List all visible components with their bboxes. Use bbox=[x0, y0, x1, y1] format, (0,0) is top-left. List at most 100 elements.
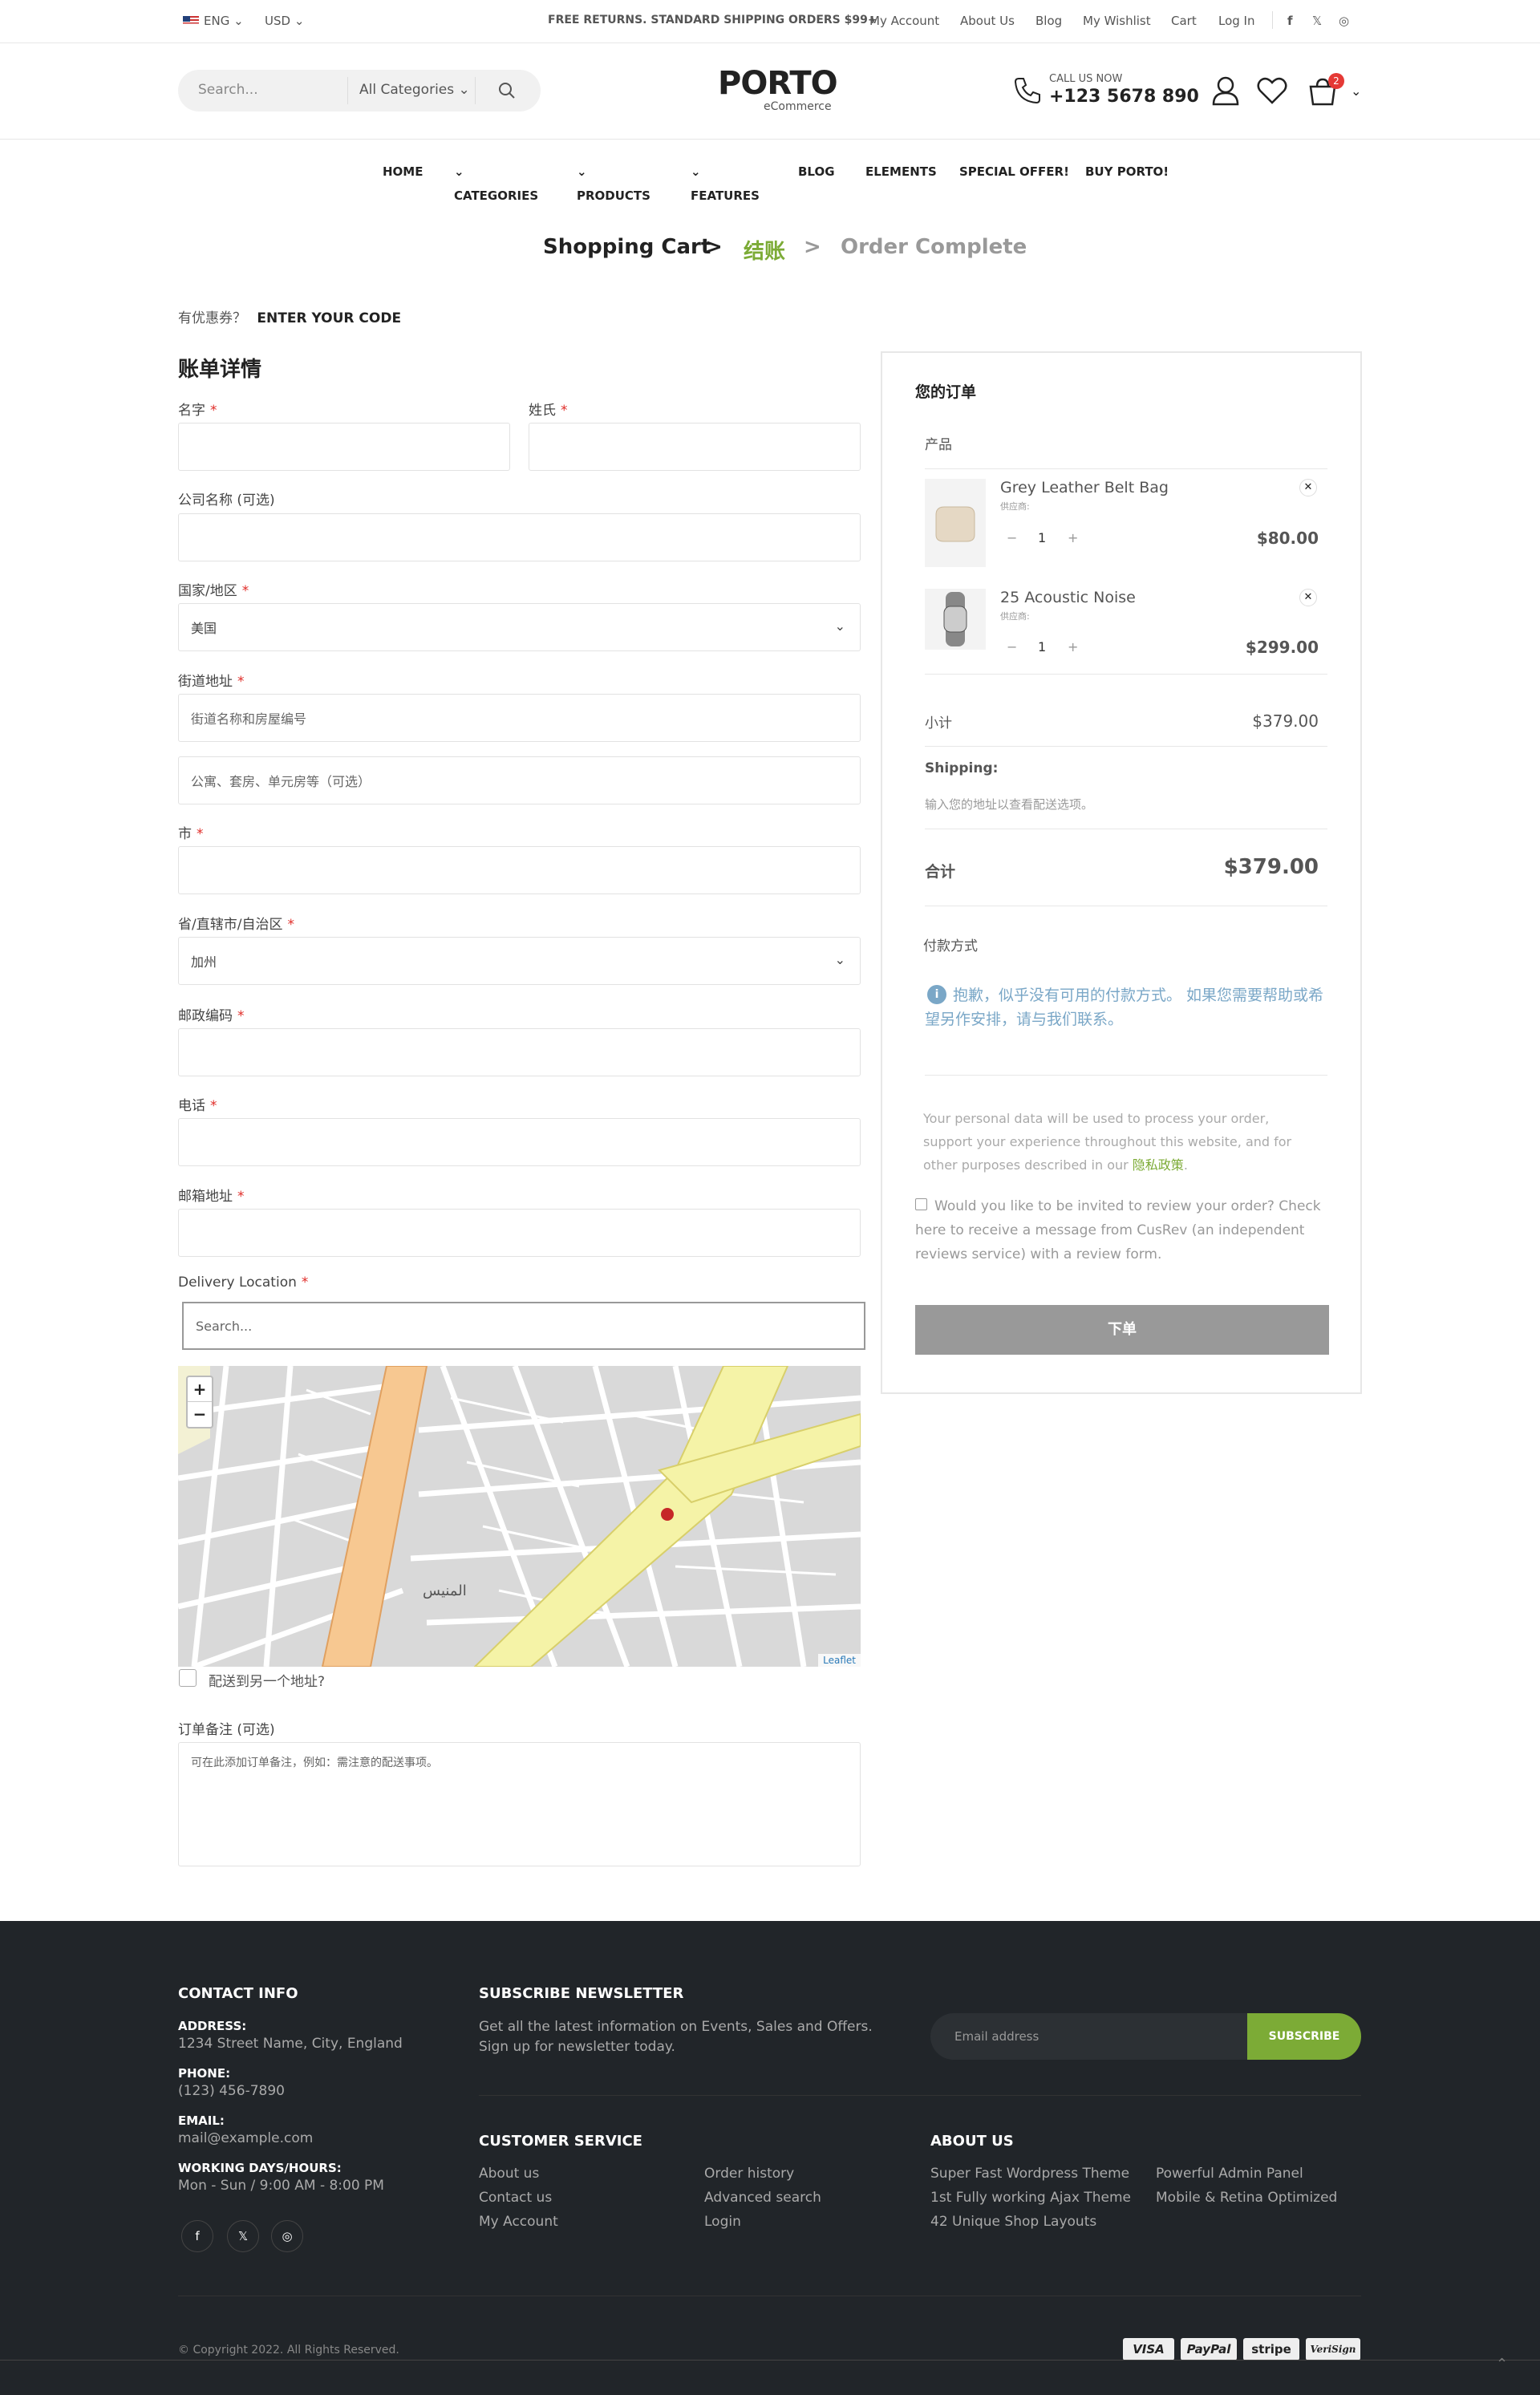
divider bbox=[347, 77, 348, 104]
minus-icon[interactable]: − bbox=[1007, 639, 1017, 654]
company-field[interactable] bbox=[178, 513, 861, 561]
heart-icon[interactable] bbox=[1257, 77, 1287, 104]
email-label: 邮箱地址 * bbox=[178, 1189, 245, 1205]
nav-special-offer[interactable]: SPECIAL OFFER! bbox=[959, 164, 1069, 179]
subscribe-button[interactable]: SUBSCRIBE bbox=[1247, 2013, 1361, 2060]
footer-link-about[interactable]: About us bbox=[479, 2166, 539, 2182]
enter-coupon-link[interactable]: ENTER YOUR CODE bbox=[257, 310, 401, 326]
nav-home[interactable]: HOME bbox=[383, 164, 423, 179]
scroll-to-top-icon[interactable]: ⌃ bbox=[1496, 2356, 1508, 2373]
x-twitter-icon[interactable]: 𝕏 bbox=[227, 2220, 259, 2252]
last-name-field[interactable] bbox=[529, 423, 861, 471]
nav-categories[interactable]: CATEGORIES ⌄ bbox=[454, 164, 538, 203]
footer-link-contact[interactable]: Contact us bbox=[479, 2190, 552, 2206]
link-log-in[interactable]: Log In bbox=[1218, 14, 1255, 28]
facebook-icon[interactable]: f bbox=[1287, 14, 1293, 28]
nav-features[interactable]: FEATURES ⌄ bbox=[691, 164, 760, 203]
nav-blog[interactable]: BLOG bbox=[798, 164, 835, 179]
nav-products[interactable]: PRODUCTS ⌄ bbox=[577, 164, 650, 203]
newsletter-text-line: Sign up for newsletter today. bbox=[479, 2039, 675, 2055]
us-flag-icon bbox=[183, 16, 199, 26]
logo-text: PORTO bbox=[718, 65, 838, 102]
customer-service-title: CUSTOMER SERVICE bbox=[479, 2133, 642, 2150]
divider bbox=[925, 674, 1327, 675]
footer-link-about-item[interactable]: Powerful Admin Panel bbox=[1156, 2166, 1303, 2182]
link-blog[interactable]: Blog bbox=[1035, 14, 1062, 28]
item-name[interactable]: Grey Leather Belt Bag bbox=[1000, 479, 1169, 496]
minus-icon[interactable]: − bbox=[1007, 530, 1017, 545]
coupon-notice: 有优惠券？ ENTER YOUR CODE bbox=[178, 310, 402, 326]
category-select[interactable]: All Categories ⌄ bbox=[359, 82, 470, 98]
link-my-wishlist[interactable]: My Wishlist bbox=[1083, 14, 1151, 28]
currency-selector[interactable]: USD ⌄ bbox=[265, 14, 304, 28]
remove-item-icon[interactable]: ✕ bbox=[1299, 589, 1317, 606]
email-value[interactable]: mail@example.com bbox=[178, 2130, 313, 2146]
state-select[interactable]: 加州 ⌄ bbox=[178, 937, 861, 985]
facebook-icon[interactable]: f bbox=[181, 2220, 213, 2252]
order-summary: 您的订单 产品 Grey Leather Belt Bag 供应商: ✕ − 1… bbox=[881, 351, 1362, 1394]
city-field[interactable] bbox=[178, 846, 861, 894]
language-selector[interactable]: ENG ⌄ bbox=[183, 14, 244, 28]
postcode-field[interactable] bbox=[178, 1028, 861, 1076]
map-tiles bbox=[178, 1366, 861, 1667]
delivery-map[interactable]: + − المنيس Leaflet bbox=[178, 1366, 861, 1667]
search-icon[interactable] bbox=[498, 82, 516, 99]
zoom-out-button[interactable]: − bbox=[188, 1402, 212, 1427]
user-icon[interactable] bbox=[1211, 75, 1240, 106]
last-name-label: 姓氏 * bbox=[529, 403, 568, 419]
footer: CONTACT INFO ADDRESS: 1234 Street Name, … bbox=[0, 1921, 1540, 2395]
remove-item-icon[interactable]: ✕ bbox=[1299, 479, 1317, 496]
first-name-field[interactable] bbox=[178, 423, 510, 471]
newsletter-text-line: Get all the latest information on Events… bbox=[479, 2019, 873, 2035]
footer-link-my-account[interactable]: My Account bbox=[479, 2214, 558, 2230]
map-attribution[interactable]: Leaflet bbox=[818, 1654, 861, 1667]
link-cart[interactable]: Cart bbox=[1171, 14, 1197, 28]
phone-field[interactable] bbox=[178, 1118, 861, 1166]
place-order-button[interactable]: 下单 bbox=[915, 1305, 1329, 1355]
item-name[interactable]: 25 Acoustic Noise bbox=[1000, 589, 1136, 606]
footer-link-about-item[interactable]: 42 Unique Shop Layouts bbox=[930, 2214, 1096, 2230]
instagram-icon[interactable]: ◎ bbox=[271, 2220, 303, 2252]
header-phone[interactable]: +123 5678 890 bbox=[1049, 87, 1199, 107]
footer-link-order-history[interactable]: Order history bbox=[704, 2166, 794, 2182]
subtotal-label: 小计 bbox=[925, 715, 952, 731]
email-field[interactable] bbox=[178, 1209, 861, 1257]
billing-title: 账单详情 bbox=[178, 358, 262, 382]
zoom-in-button[interactable]: + bbox=[188, 1377, 212, 1402]
chevron-down-icon[interactable]: ⌄ bbox=[1351, 83, 1361, 99]
footer-link-about-item[interactable]: 1st Fully working Ajax Theme bbox=[930, 2190, 1131, 2206]
footer-link-about-item[interactable]: Super Fast Wordpress Theme bbox=[930, 2166, 1129, 2182]
divider bbox=[0, 2360, 1540, 2361]
ship-different-checkbox[interactable] bbox=[179, 1669, 197, 1687]
newsletter-email-input[interactable]: Email address bbox=[930, 2013, 1248, 2060]
plus-icon[interactable]: + bbox=[1068, 530, 1078, 545]
logo[interactable]: PORTO eCommerce bbox=[718, 65, 838, 112]
copyright-text: © Copyright 2022. All Rights Reserved. bbox=[178, 2344, 399, 2357]
ship-different-label: 配送到另一个地址? bbox=[209, 1674, 326, 1690]
footer-link-advanced-search[interactable]: Advanced search bbox=[704, 2190, 821, 2206]
footer-link-login[interactable]: Login bbox=[704, 2214, 741, 2230]
street-address-2-field[interactable]: 公寓、套房、单元房等（可选） bbox=[178, 756, 861, 804]
country-select[interactable]: 美国 ⌄ bbox=[178, 603, 861, 651]
x-twitter-icon[interactable]: 𝕏 bbox=[1312, 14, 1322, 28]
product-thumb-watch[interactable] bbox=[925, 589, 986, 650]
step-shopping-cart[interactable]: Shopping Cart bbox=[543, 235, 711, 259]
street-address-field[interactable]: 街道名称和房屋编号 bbox=[178, 694, 861, 742]
nav-buy-porto[interactable]: BUY PORTO! bbox=[1085, 164, 1169, 179]
instagram-icon[interactable]: ◎ bbox=[1339, 14, 1349, 28]
link-about-us[interactable]: About Us bbox=[960, 14, 1015, 28]
plus-icon[interactable]: + bbox=[1068, 639, 1078, 654]
quantity-value[interactable]: 1 bbox=[1038, 530, 1046, 545]
product-thumb-bag[interactable] bbox=[925, 479, 986, 567]
quantity-value[interactable]: 1 bbox=[1038, 639, 1046, 654]
link-my-account[interactable]: My Account bbox=[869, 14, 939, 28]
order-notes-textarea[interactable]: 可在此添加订单备注，例如：需注意的配送事项。 bbox=[178, 1742, 861, 1866]
top-bar: ENG ⌄ USD ⌄ FREE RETURNS. STANDARD SHIPP… bbox=[0, 0, 1540, 43]
nav-elements[interactable]: ELEMENTS bbox=[865, 164, 937, 179]
phone-value[interactable]: (123) 456-7890 bbox=[178, 2083, 285, 2099]
search-input[interactable]: Search... bbox=[198, 82, 258, 98]
newsletter-title: SUBSCRIBE NEWSLETTER bbox=[479, 1985, 684, 2002]
map-search-input[interactable]: Search... bbox=[182, 1302, 865, 1350]
footer-link-about-item[interactable]: Mobile & Retina Optimized bbox=[1156, 2190, 1337, 2206]
privacy-policy-link[interactable]: 隐私政策 bbox=[1133, 1157, 1184, 1173]
